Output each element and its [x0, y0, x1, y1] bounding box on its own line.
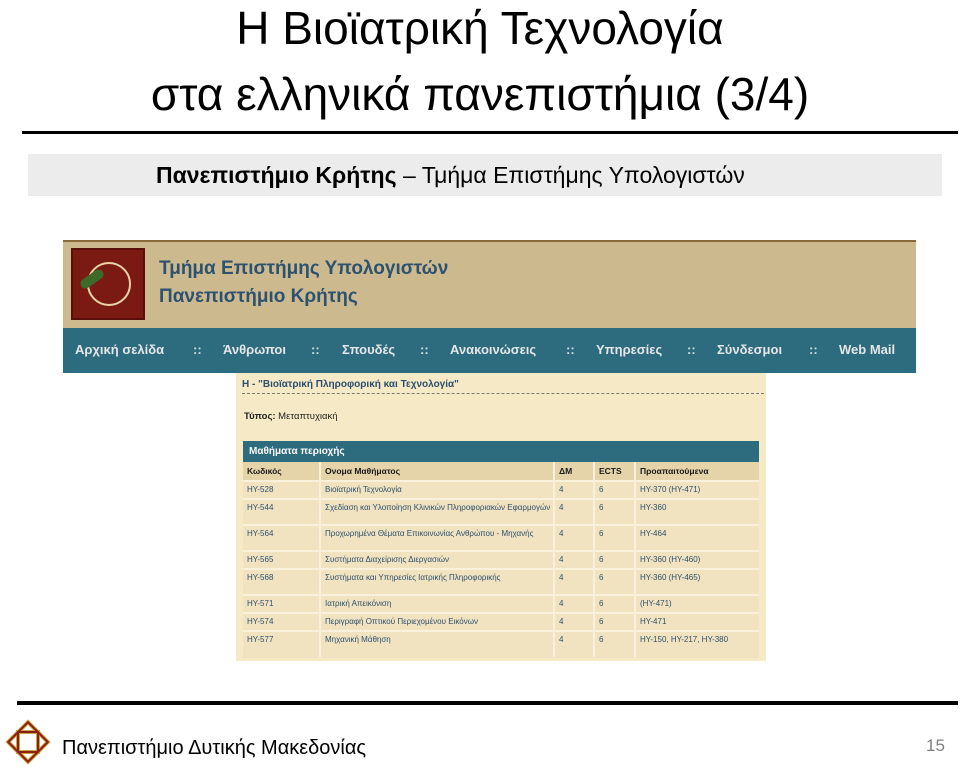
row-course-name[interactable]: Ιατρική Απεικόνιση — [321, 599, 551, 609]
program-type-label: Τύπος: — [244, 411, 276, 422]
slide-title-line1: Η Βιοϊατρική Τεχνολογία — [236, 2, 724, 54]
row-prerequisites: HY-360 — [640, 503, 667, 512]
nav-home[interactable]: Αρχική σελίδα — [75, 342, 164, 357]
row-dm: 4 — [559, 503, 564, 512]
row-code: HY-565 — [247, 555, 274, 564]
row-code: HY-574 — [247, 617, 274, 626]
column-prerequisites: Προαπαιτούμενα — [640, 466, 709, 476]
row-prerequisites: HY-370 (HY-471) — [640, 485, 701, 494]
row-code: HY-564 — [247, 529, 274, 538]
row-course-name[interactable]: Μηχανική Μάθηση — [321, 635, 551, 645]
row-course-name[interactable]: Σχεδίαση και Υλοποίηση Κλινικών Πληροφορ… — [321, 503, 551, 513]
row-course-name[interactable]: Συστήματα Διαχείρισης Διεργασιών — [321, 555, 551, 565]
row-code: HY-544 — [247, 503, 274, 512]
row-ects: 6 — [599, 529, 604, 538]
website-university-title: Πανεπιστήμιο Κρήτης — [159, 286, 358, 307]
row-prerequisites: HY-150, HY-217, HY-380 — [640, 635, 729, 644]
slide-title-line2: στα ελληνικά πανεπιστήμια (3/4) — [150, 68, 810, 120]
subtitle-department: – Τμήμα Επιστήμης Υπολογιστών — [396, 162, 745, 188]
row-prerequisites: (HY-471) — [640, 599, 672, 608]
row-dm: 4 — [559, 555, 564, 564]
program-type: Τύπος: Μεταπτυχιακή — [244, 411, 338, 422]
row-code: HY-568 — [247, 573, 274, 582]
row-course-name[interactable]: Περιγραφή Οπτικού Περιεχομένου Εικόνων — [321, 617, 551, 627]
column-divider — [553, 462, 555, 657]
subtitle: Πανεπιστήμιο Κρήτης – Τμήμα Επιστήμης Υπ… — [156, 162, 745, 188]
row-dm: 4 — [559, 635, 564, 644]
nav-webmail[interactable]: Web Mail — [839, 342, 895, 357]
nav-separator: :: — [566, 342, 575, 357]
row-ects: 6 — [599, 635, 604, 644]
row-dm: 4 — [559, 529, 564, 538]
row-ects: 6 — [599, 555, 604, 564]
row-prerequisites: HY-360 (HY-465) — [640, 573, 701, 582]
nav-separator: :: — [311, 342, 320, 357]
column-divider — [319, 462, 321, 657]
area-title: H - "Βιοϊατρική Πληροφορική και Τεχνολογ… — [242, 379, 459, 390]
row-code: HY-571 — [247, 599, 274, 608]
courses-table-title: Μαθήματα περιοχής — [243, 441, 759, 462]
column-code: Κωδικός — [247, 466, 282, 476]
subtitle-university: Πανεπιστήμιο Κρήτης — [156, 162, 397, 188]
subtitle-bar: Πανεπιστήμιο Κρήτης – Τμήμα Επιστήμης Υπ… — [28, 154, 942, 196]
row-dm: 4 — [559, 573, 564, 582]
footer-divider — [17, 701, 958, 705]
nav-separator: :: — [193, 342, 202, 357]
row-ects: 6 — [599, 503, 604, 512]
nav-services[interactable]: Υπηρεσίες — [596, 342, 662, 357]
university-knot-logo-icon — [5, 719, 51, 765]
footer-university: Πανεπιστήμιο Δυτικής Μακεδονίας — [62, 737, 367, 759]
website-header: Τμήμα Επιστήμης Υπολογιστών Πανεπιστήμιο… — [63, 240, 916, 328]
row-prerequisites: HY-360 (HY-460) — [640, 555, 701, 564]
row-dm: 4 — [559, 485, 564, 494]
row-ects: 6 — [599, 599, 604, 608]
column-ects: ECTS — [599, 466, 622, 476]
column-dm: ΔΜ — [559, 466, 573, 476]
website-department-title: Τμήμα Επιστήμης Υπολογιστών — [159, 258, 449, 279]
program-type-value: Μεταπτυχιακή — [275, 411, 338, 422]
university-seal-icon — [87, 262, 131, 306]
nav-separator: :: — [420, 342, 429, 357]
dashed-divider — [242, 393, 764, 394]
row-dm: 4 — [559, 617, 564, 626]
nav-links[interactable]: Σύνδεσμοι — [717, 342, 782, 357]
column-course-name: Ονομα Μαθήματος — [325, 466, 401, 476]
page-number: 15 — [926, 736, 945, 755]
nav-people[interactable]: Άνθρωποι — [223, 342, 286, 357]
row-ects: 6 — [599, 617, 604, 626]
row-prerequisites: HY-471 — [640, 617, 667, 626]
row-course-name[interactable]: Βιοϊατρική Τεχνολογία — [321, 485, 551, 495]
nav-separator: :: — [687, 342, 696, 357]
nav-announcements[interactable]: Ανακοινώσεις — [450, 342, 536, 357]
column-divider — [634, 462, 636, 657]
nav-separator: :: — [809, 342, 818, 357]
column-divider — [593, 462, 595, 657]
row-code: HY-528 — [247, 485, 274, 494]
row-course-name[interactable]: Συστήματα και Υπηρεσίες Ιατρικής Πληροφο… — [321, 573, 551, 583]
row-ects: 6 — [599, 485, 604, 494]
row-ects: 6 — [599, 573, 604, 582]
title-divider — [22, 131, 958, 134]
row-dm: 4 — [559, 599, 564, 608]
row-prerequisites: HY-464 — [640, 529, 667, 538]
website-navbar: Αρχική σελίδα :: Άνθρωποι :: Σπουδές :: … — [63, 328, 916, 373]
university-logo — [71, 248, 145, 320]
row-course-name[interactable]: Προχωρημένα Θέματα Επικοινωνίας Ανθρώπου… — [321, 529, 551, 539]
row-code: HY-577 — [247, 635, 274, 644]
nav-studies[interactable]: Σπουδές — [342, 342, 395, 357]
